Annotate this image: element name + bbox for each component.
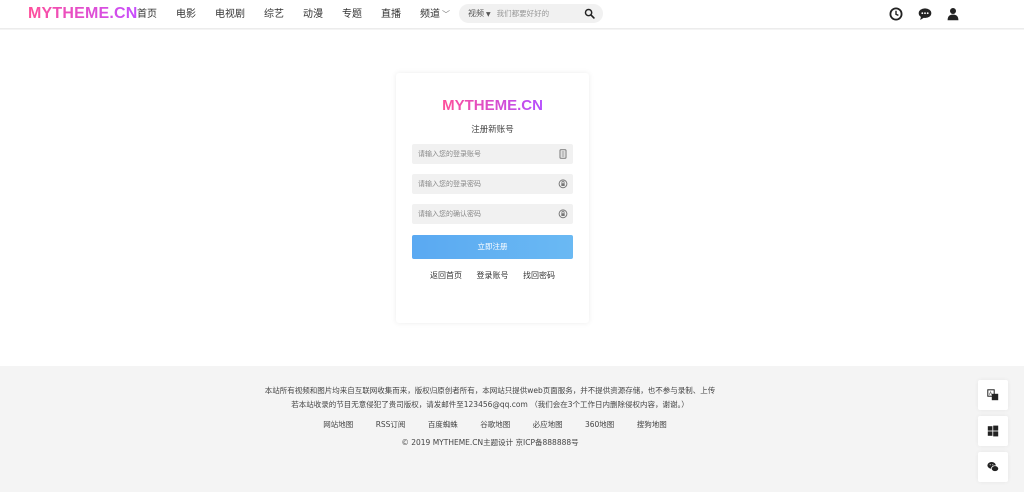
footer-link-bing[interactable]: 必应地图 (533, 420, 563, 429)
footer-disclaimer-1: 本站所有视频和图片均来自互联网收集而来，版权归原创者所有，本网站只提供web页面… (264, 386, 716, 395)
clock-icon[interactable] (889, 7, 903, 21)
chat-icon[interactable] (918, 7, 932, 21)
main-nav: 首页 电影 电视剧 综艺 动漫 专题 直播 频道 ﹀ (137, 0, 469, 29)
register-logo: MYTHEME.CN (396, 97, 589, 114)
register-links: 返回首页 登录账号 找回密码 (396, 270, 589, 281)
footer-link-360[interactable]: 360地图 (585, 420, 614, 429)
chevron-down-icon: ﹀ (442, 10, 450, 19)
nav-movies[interactable]: 电影 (176, 0, 196, 29)
wechat-icon (987, 462, 999, 472)
footer-link-google[interactable]: 谷歌地图 (480, 420, 510, 429)
nav-live[interactable]: 直播 (381, 0, 401, 29)
windows-icon (987, 425, 999, 437)
wechat-tool[interactable] (978, 452, 1008, 482)
confirm-password-input[interactable] (418, 204, 554, 224)
recover-password-link[interactable]: 找回密码 (523, 271, 555, 280)
password-input[interactable] (418, 174, 554, 194)
nav-home[interactable]: 首页 (137, 0, 157, 29)
footer-copyright: © 2019 MYTHEME.CN主题设计 京ICP备888888号 (401, 438, 579, 447)
register-subtitle: 注册新账号 (471, 125, 514, 135)
confirm-password-field (412, 204, 573, 224)
footer-link-sitemap[interactable]: 网站地图 (323, 420, 353, 429)
footer-link-rss[interactable]: RSS订阅 (376, 420, 406, 429)
translate-tool[interactable]: A (978, 380, 1008, 410)
lock-icon (558, 179, 568, 189)
nav-channels[interactable]: 频道 ﹀ (420, 0, 450, 29)
back-home-link[interactable]: 返回首页 (430, 271, 462, 280)
login-link[interactable]: 登录账号 (477, 271, 509, 280)
user-icon[interactable] (946, 7, 960, 21)
windows-tool[interactable] (978, 416, 1008, 446)
account-field (412, 144, 573, 164)
password-field (412, 174, 573, 194)
search-type-select[interactable]: 视频 ▼ (468, 8, 491, 19)
register-logo-text: MYTHEME.CN (442, 97, 543, 114)
nav-topics[interactable]: 专题 (342, 0, 362, 29)
site-logo[interactable]: MYTHEME.CN (28, 5, 138, 23)
top-navbar: MYTHEME.CN 首页 电影 电视剧 综艺 动漫 专题 直播 频道 ﹀ 视频 ▼ (0, 0, 1024, 29)
register-card: MYTHEME.CN 注册新账号 立即注册 返回首页 登录账号 找回密码 (396, 73, 589, 323)
nav-variety[interactable]: 综艺 (264, 0, 284, 29)
footer-disclaimer-2: 若本站收录的节目无意侵犯了贵司版权，请发邮件至123456@qq.com （我们… (291, 400, 689, 409)
nav-tv-series[interactable]: 电视剧 (215, 0, 245, 29)
caret-down-icon: ▼ (486, 11, 491, 18)
nav-channels-label: 频道 (420, 9, 440, 20)
nav-anime[interactable]: 动漫 (303, 0, 323, 29)
search-input[interactable] (496, 9, 567, 18)
footer-link-sogou[interactable]: 搜狗地图 (637, 420, 667, 429)
lock-icon (558, 209, 568, 219)
register-submit-button[interactable]: 立即注册 (412, 235, 573, 259)
search-icon[interactable] (584, 8, 595, 19)
search-type-label: 视频 (468, 9, 484, 18)
translate-icon: A (987, 389, 999, 401)
footer-link-baidu[interactable]: 百度蜘蛛 (428, 420, 458, 429)
account-input[interactable] (418, 144, 554, 164)
search-bar: 视频 ▼ (459, 4, 603, 23)
id-card-icon (559, 149, 567, 159)
footer-links: 网站地图 RSS订阅 百度蜘蛛 谷歌地图 必应地图 360地图 搜狗地图 (0, 419, 990, 430)
